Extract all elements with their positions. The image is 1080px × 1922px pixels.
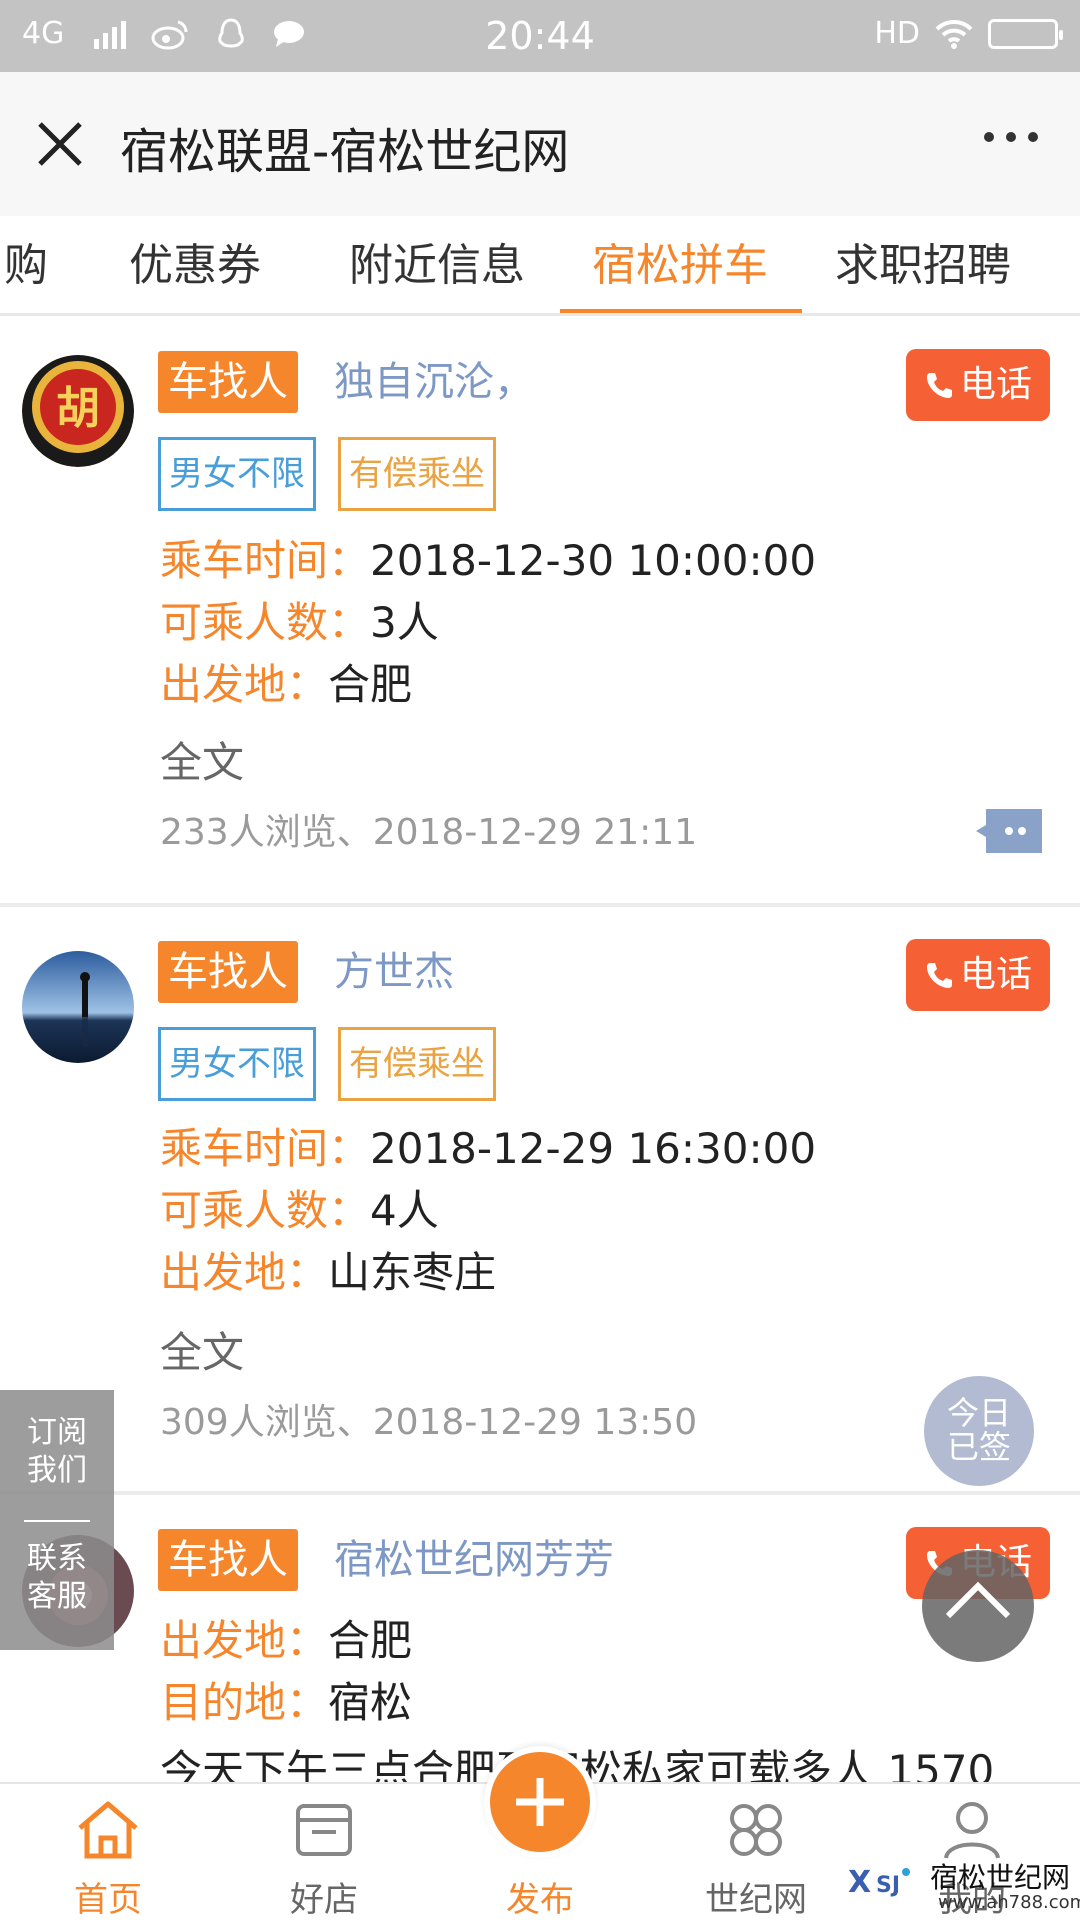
plus-icon <box>516 1778 564 1826</box>
title-bar: 宿松联盟-宿松世纪网 <box>0 72 1080 216</box>
status-bar: 4G 20:44 HD <box>0 0 1080 72</box>
views-and-date: 309人浏览、2018-12-29 13:50 <box>160 1402 698 1443</box>
watermark-site-name: 宿松世纪网 <box>930 1861 1071 1894</box>
grid-icon <box>730 1804 782 1856</box>
publish-button[interactable] <box>484 1746 596 1858</box>
phone-icon <box>926 963 952 988</box>
departure-row: 出发地：山东枣庄 <box>160 1248 497 1297</box>
listing-type-badge: 车找人 <box>158 1529 298 1591</box>
full-text-link[interactable]: 全文 <box>160 729 244 790</box>
divider <box>24 1520 90 1522</box>
avatar-character: 胡 <box>56 383 100 434</box>
listing-type-badge: 车找人 <box>158 351 298 413</box>
listing-type-badge: 车找人 <box>158 941 298 1003</box>
svg-text:SJ: SJ <box>876 1873 900 1898</box>
views-and-date: 233人浏览、2018-12-29 21:11 <box>160 812 698 853</box>
ride-time-row: 乘车时间：2018-12-30 10:00:00 <box>160 536 817 585</box>
nav-store[interactable]: 好店 <box>216 1784 432 1922</box>
side-panel: 订阅 我们 联系 客服 <box>0 1390 114 1650</box>
home-icon <box>78 1801 138 1859</box>
call-button[interactable]: 电话 <box>906 939 1050 1011</box>
hd-label: HD <box>874 16 920 51</box>
carpool-listing[interactable]: 胡 车找人 独自沉沦， 电话 男女不限 有偿乘坐 乘车时间：2018-12-30… <box>0 319 1080 907</box>
comment-icon[interactable] <box>976 809 1042 853</box>
nav-century-net[interactable]: 世纪网 <box>648 1784 864 1922</box>
tag-paid-ride: 有偿乘坐 <box>338 1027 496 1101</box>
nav-label: 世纪网 <box>705 1880 807 1920</box>
watermark-url: www.ah788.com <box>938 1892 1080 1913</box>
avatar: 胡 <box>22 355 134 467</box>
subscribe-button[interactable]: 订阅 我们 <box>0 1414 114 1490</box>
full-text-link[interactable]: 全文 <box>160 1319 244 1380</box>
tab-nearby-info[interactable]: 附近信息 <box>340 226 534 306</box>
destination-row: 目的地：宿松 <box>160 1678 413 1727</box>
tab-carpool[interactable]: 宿松拼车 <box>560 226 800 306</box>
ride-time-row: 乘车时间：2018-12-29 16:30:00 <box>160 1124 817 1173</box>
customer-service-button[interactable]: 联系 客服 <box>0 1540 114 1616</box>
back-to-top-button[interactable] <box>922 1550 1034 1662</box>
close-icon[interactable] <box>28 112 92 176</box>
seats-row: 可乘人数：3人 <box>160 598 439 647</box>
page-title: 宿松联盟-宿松世纪网 <box>120 124 570 180</box>
site-watermark: X SJ 宿松世纪网 www.ah788.com <box>848 1856 1080 1920</box>
phone-icon <box>926 373 952 398</box>
battery-icon <box>988 18 1063 49</box>
tag-gender: 男女不限 <box>158 1027 316 1101</box>
seats-row: 可乘人数：4人 <box>160 1186 439 1235</box>
call-button[interactable]: 电话 <box>906 349 1050 421</box>
nav-home[interactable]: 首页 <box>0 1784 216 1922</box>
active-tab-indicator <box>560 309 802 313</box>
poster-name[interactable]: 方世杰 <box>334 941 454 1003</box>
chevron-up-icon <box>945 1581 1011 1619</box>
watermark-logo: X SJ <box>848 1865 910 1900</box>
tab-jobs[interactable]: 求职招聘 <box>826 226 1020 306</box>
tag-paid-ride: 有偿乘坐 <box>338 437 496 511</box>
svg-text:X: X <box>848 1865 871 1900</box>
tab-coupons[interactable]: 优惠券 <box>110 226 280 306</box>
store-icon <box>296 1804 352 1856</box>
category-tabs: 购 优惠券 附近信息 宿松拼车 求职招聘 <box>0 216 1080 316</box>
daily-checkin-button[interactable]: 今日 已签 <box>924 1376 1034 1486</box>
poster-name[interactable]: 独自沉沦， <box>334 351 534 413</box>
user-icon <box>944 1802 1000 1859</box>
call-label: 电话 <box>959 954 1032 995</box>
avatar <box>22 951 134 1063</box>
poster-name[interactable]: 宿松世纪网芳芳 <box>334 1529 614 1591</box>
nav-label: 发布 <box>506 1880 574 1920</box>
tag-gender: 男女不限 <box>158 437 316 511</box>
carpool-listing[interactable]: 车找人 方世杰 电话 男女不限 有偿乘坐 乘车时间：2018-12-29 16:… <box>0 907 1080 1495</box>
nav-label: 好店 <box>290 1880 358 1920</box>
departure-row: 出发地：合肥 <box>160 1616 413 1665</box>
more-icon[interactable] <box>984 132 1038 142</box>
call-label: 电话 <box>959 364 1032 405</box>
departure-row: 出发地：合肥 <box>160 660 413 709</box>
wifi-icon <box>935 19 973 49</box>
nav-label: 首页 <box>74 1880 142 1920</box>
tab-gou[interactable]: 购 <box>0 226 56 306</box>
